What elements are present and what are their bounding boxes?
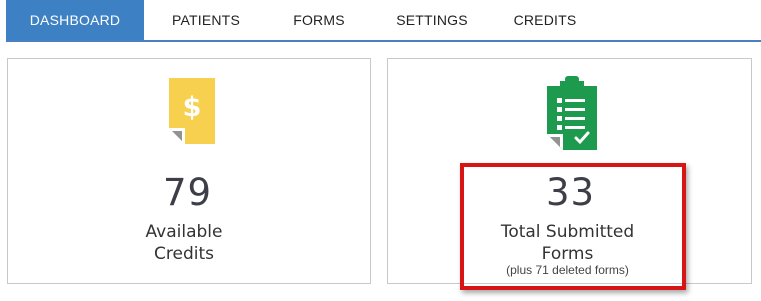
deleted-forms-note: (plus 71 deleted forms) <box>506 263 629 277</box>
tab-credits[interactable]: CREDITS <box>494 0 596 40</box>
tab-patients[interactable]: PATIENTS <box>144 0 268 40</box>
forms-label-line1: Total Submitted <box>500 222 635 242</box>
submitted-forms-value: 33 <box>545 171 596 214</box>
main-nav: DASHBOARD PATIENTS FORMS SETTINGS CREDIT… <box>6 0 761 42</box>
credits-label-line1: Available <box>145 222 223 242</box>
forms-label-line2: Forms <box>541 244 594 264</box>
credits-label-line2: Credits <box>154 244 214 264</box>
tab-forms[interactable]: FORMS <box>268 0 370 40</box>
clipboard-checklist-icon <box>546 76 597 150</box>
credits-card[interactable]: $ 79 Available Credits <box>7 58 371 284</box>
available-credits-value: 79 <box>162 171 213 214</box>
tab-dashboard[interactable]: DASHBOARD <box>6 0 144 40</box>
tab-settings[interactable]: SETTINGS <box>370 0 494 40</box>
available-credits-label: Available Credits <box>2 221 366 265</box>
dollar-document-icon: $ <box>169 78 215 144</box>
submitted-forms-card[interactable]: 33 Total Submitted Forms (plus 71 delete… <box>387 58 752 284</box>
submitted-forms-label: Total Submitted Forms <box>388 221 747 265</box>
svg-text:$: $ <box>183 92 202 123</box>
